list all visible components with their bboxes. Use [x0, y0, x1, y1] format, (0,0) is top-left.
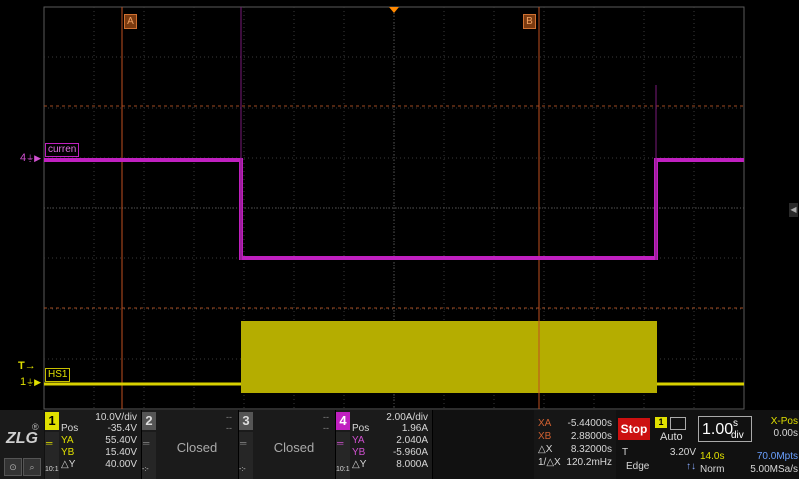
trigger-mode: Auto — [660, 431, 683, 443]
waveform-display[interactable]: A B curren HS1 4⏚▶ 1⏚▶ T→ ◀ — [0, 0, 799, 410]
trigger-panel[interactable]: 1 Auto T 3.20V Edge ↑↓ — [622, 412, 696, 476]
ch4-trace-label[interactable]: curren — [45, 143, 80, 157]
channel-3-scale: -- — [323, 412, 329, 422]
registered-icon: ® — [32, 422, 39, 432]
channel-4-dy: △Y 8.000A — [352, 459, 428, 470]
channel-4-probe: 10:1 — [336, 466, 350, 473]
channel-1-pos: Pos -35.4V — [61, 423, 137, 434]
dc-coupling-icon: ═ — [46, 438, 53, 448]
channel-4-panel[interactable]: 4 ═ 10:1 2.00A/div Pos 1.96A YA 2.040A YB -… — [336, 410, 433, 479]
channel-2-scale: -- — [226, 412, 232, 422]
timebase-scale[interactable]: 1.00 s div — [698, 416, 752, 442]
channel-3-probe: -:- — [239, 466, 246, 473]
channel-4-pos: Pos 1.96A — [352, 423, 428, 434]
ground-icon: ⏚ — [26, 154, 35, 163]
ch1-trace-burst — [241, 321, 657, 393]
trigger-mode-icon — [670, 417, 686, 430]
channel-3-number[interactable]: 3 — [239, 412, 253, 430]
arrow-right-icon: ▶ — [34, 377, 42, 387]
waveform-grid — [43, 6, 745, 410]
channel-4-side: ═ 10:1 — [336, 432, 350, 479]
channel-2-number[interactable]: 2 — [142, 412, 156, 430]
cursor-xa: XA -5.44000s — [538, 418, 612, 429]
ch1-reference-marker[interactable]: 1⏚▶ — [20, 376, 41, 388]
channel-2-probe: -:- — [142, 466, 149, 473]
cursor-readout[interactable]: XA -5.44000s XB 2.88000s △X 8.32000s 1/△X 12… — [534, 410, 616, 479]
trigger-level: T 3.20V — [622, 447, 696, 458]
dc-coupling-icon: ═ — [337, 438, 344, 448]
coupling-icon: ═ — [240, 438, 247, 448]
channel-1-panel[interactable]: 1 ═ 10:1 10.0V/div Pos -35.4V YA 55.40V YB… — [45, 410, 142, 479]
timebase-panel[interactable]: 1.00 s div X-Pos 0.00s 14.0s 70.0Mpts Nor… — [698, 414, 798, 476]
xpos-value: 0.00s — [773, 428, 798, 439]
channel-1-side: ═ 10:1 — [45, 432, 59, 479]
trigger-source: 1 — [655, 417, 667, 428]
search-icon[interactable]: ⌕ — [23, 458, 41, 476]
timebase-unit-bottom: div — [731, 430, 744, 441]
arrow-right-icon: → — [24, 360, 36, 372]
timebase-scale-value: 1.00 — [702, 421, 734, 438]
channel-4-number[interactable]: 4 — [336, 412, 350, 430]
record-info: 14.0s 70.0Mpts — [700, 451, 798, 462]
run-stop-button[interactable]: Stop — [618, 418, 650, 440]
channel-2-side: ═ -:- — [142, 432, 156, 479]
channel-2-status: Closed — [176, 440, 218, 455]
channel-3-status: Closed — [273, 440, 315, 455]
expand-menu-icon[interactable]: ◀ — [789, 203, 798, 217]
rising-edge-icon: ↑↓ — [686, 461, 696, 472]
status-panel: ZLG ® ⊙ ⌕ 1 ═ 10:1 10.0V/div Pos -35.4V Y… — [0, 410, 799, 479]
channel-1-yb: YB 15.40V — [61, 447, 137, 458]
channel-3-pos: -- — [323, 423, 329, 433]
channel-2-panel[interactable]: 2 ═ -:- -- -- Closed — [142, 410, 239, 479]
channel-3-panel[interactable]: 3 ═ -:- -- -- Closed — [239, 410, 336, 479]
logo-area: ZLG ® ⊙ ⌕ — [0, 410, 44, 479]
trigger-level-label: T — [18, 360, 25, 372]
cursor-b-label[interactable]: B — [523, 14, 536, 29]
arrow-right-icon: ▶ — [34, 153, 42, 163]
cursor-a-label[interactable]: A — [124, 14, 137, 29]
ch4-reference-marker[interactable]: 4⏚▶ — [20, 152, 41, 164]
ch1-trace-label[interactable]: HS1 — [45, 368, 71, 382]
channel-1-probe: 10:1 — [45, 466, 59, 473]
zoom-icon[interactable]: ⊙ — [4, 458, 22, 476]
cursor-inverse-dx: 1/△X 120.2mHz — [538, 457, 612, 468]
channel-4-ya: YA 2.040A — [352, 435, 428, 446]
channel-1-number[interactable]: 1 — [45, 412, 59, 430]
trigger-type: Edge ↑↓ — [626, 461, 696, 472]
xpos-label: X-Pos — [770, 416, 798, 427]
cursor-dx: △X 8.32000s — [538, 444, 612, 455]
trigger-level-marker[interactable]: T→ — [18, 360, 36, 372]
ground-icon: ⏚ — [26, 378, 35, 387]
trigger-position-icon — [389, 7, 399, 13]
channel-4-scale: 2.00A/div — [386, 412, 428, 423]
channel-1-dy: △Y 40.00V — [61, 459, 137, 470]
channel-2-pos: -- — [226, 423, 232, 433]
brand-logo: ZLG — [6, 430, 38, 447]
cursor-xb: XB 2.88000s — [538, 431, 612, 442]
channel-1-ya: YA 55.40V — [61, 435, 137, 446]
channel-4-yb: YB -5.960A — [352, 447, 428, 458]
channel-1-scale: 10.0V/div — [95, 412, 137, 423]
acquisition-info: Norm 5.00MSa/s — [700, 464, 798, 475]
coupling-icon: ═ — [143, 438, 150, 448]
channel-3-side: ═ -:- — [239, 432, 253, 479]
